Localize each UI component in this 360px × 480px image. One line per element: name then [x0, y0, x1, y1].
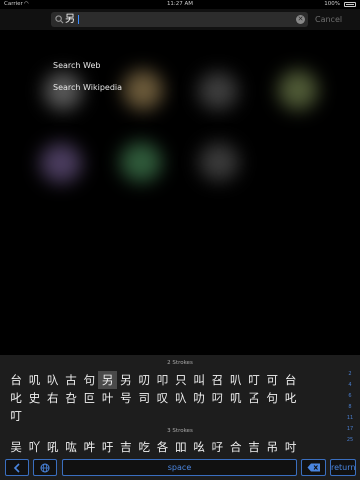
search-field[interactable]: 另 ✕	[51, 12, 308, 27]
chevron-left-icon	[13, 463, 20, 473]
candidate-char[interactable]: 叾	[245, 389, 263, 407]
candidate-char[interactable]: 吊	[263, 438, 281, 456]
candidate-char[interactable]: 叺	[172, 389, 190, 407]
suggestion-search-web[interactable]: Search Web	[53, 58, 122, 80]
candidate-char[interactable]: 吅	[172, 438, 190, 456]
candidate-char[interactable]: 叴	[62, 389, 80, 407]
candidate-char[interactable]: 各	[153, 438, 171, 456]
candidate-row-2: 叱史右叴叵叶号司叹叺叻叼叽叾句叱	[7, 387, 300, 405]
status-bar: Carrier ◠ 11:27 AM 100%	[0, 0, 360, 9]
candidate-char[interactable]: 吆	[190, 438, 208, 456]
blurred-app-icon	[120, 142, 162, 182]
delete-key[interactable]	[301, 459, 326, 476]
candidate-char[interactable]: 吽	[80, 438, 98, 456]
candidate-char[interactable]: 叵	[80, 389, 98, 407]
blurred-app-icon	[40, 143, 82, 183]
blurred-app-icon	[278, 70, 318, 110]
candidate-char[interactable]: 吴	[7, 438, 25, 456]
search-query[interactable]: 另	[65, 12, 75, 27]
blurred-app-icon	[123, 70, 163, 110]
candidate-char[interactable]: 吉	[245, 438, 263, 456]
candidate-char[interactable]: 句	[263, 389, 281, 407]
candidate-char[interactable]: 叹	[153, 389, 171, 407]
candidate-char[interactable]: 吰	[62, 438, 80, 456]
candidate-char[interactable]: 吃	[135, 438, 153, 456]
stroke-group-header: 3 Strokes	[167, 428, 193, 434]
chinese-stroke-keyboard: 2 Strokes 台叽叺古句另另叨叩只叫召叭叮可台 叱 史右叴叵叶号司叹叺叻叼叽…	[0, 355, 360, 480]
status-time: 11:27 AM	[166, 1, 194, 7]
candidate-char[interactable]: 史	[25, 389, 43, 407]
candidate-char[interactable]: 吋	[281, 438, 299, 456]
candidate-row-1: 台叽叺古句另另叨叩只叫召叭叮可台	[7, 369, 300, 389]
search-icon	[55, 15, 64, 24]
stroke-index-item[interactable]: 17	[346, 424, 354, 435]
candidate-char[interactable]: 叻	[190, 389, 208, 407]
return-key[interactable]: return	[330, 459, 356, 476]
text-cursor	[78, 15, 79, 24]
blurred-app-icon	[199, 143, 239, 181]
keyboard-bottom-row: space return	[0, 459, 360, 477]
search-bar: 另 ✕ Cancel	[0, 9, 360, 30]
candidate-char[interactable]: 叮	[7, 407, 25, 425]
candidate-row-4: 吴吖吼吰吽吁吉吃各吅吆吇合吉吊吋	[7, 436, 300, 454]
space-key[interactable]: space	[62, 459, 297, 476]
candidate-char[interactable]: 吁	[98, 438, 116, 456]
candidate-char[interactable]: 叼	[208, 389, 226, 407]
globe-icon	[40, 463, 50, 473]
battery-icon	[344, 2, 356, 7]
candidate-char[interactable]: 右	[44, 389, 62, 407]
blurred-app-icon	[198, 72, 238, 110]
candidate-char[interactable]: 司	[135, 389, 153, 407]
stroke-index: 2 4 6 8 11 17 25	[346, 369, 354, 446]
candidate-char[interactable]: 吖	[25, 438, 43, 456]
suggestion-search-wikipedia[interactable]: Search Wikipedia	[53, 80, 122, 102]
back-key[interactable]	[5, 459, 29, 476]
candidate-char[interactable]: 号	[117, 389, 135, 407]
stroke-index-item[interactable]: 8	[346, 402, 354, 413]
stroke-index-item[interactable]: 2	[346, 369, 354, 380]
stroke-index-item[interactable]: 11	[346, 413, 354, 424]
clear-icon[interactable]: ✕	[296, 15, 305, 24]
candidate-char[interactable]: 叶	[98, 389, 116, 407]
search-suggestions: Search Web Search Wikipedia	[53, 58, 122, 102]
candidate-char[interactable]: 吇	[208, 438, 226, 456]
stroke-group-header: 2 Strokes	[167, 360, 193, 366]
candidate-char[interactable]: 吼	[44, 438, 62, 456]
candidate-char[interactable]: 叽	[227, 389, 245, 407]
battery-percent: 100%	[324, 1, 340, 7]
candidate-char[interactable]: 合	[227, 438, 245, 456]
candidate-char[interactable]: 叱	[281, 389, 299, 407]
stroke-index-item[interactable]: 6	[346, 391, 354, 402]
candidate-char[interactable]: 吉	[117, 438, 135, 456]
stroke-index-item[interactable]: 4	[346, 380, 354, 391]
cancel-button[interactable]: Cancel	[315, 12, 342, 27]
candidate-row-3: 叮	[7, 405, 25, 423]
stroke-index-item[interactable]: 25	[346, 435, 354, 446]
globe-key[interactable]	[33, 459, 57, 476]
backspace-icon	[307, 463, 320, 472]
